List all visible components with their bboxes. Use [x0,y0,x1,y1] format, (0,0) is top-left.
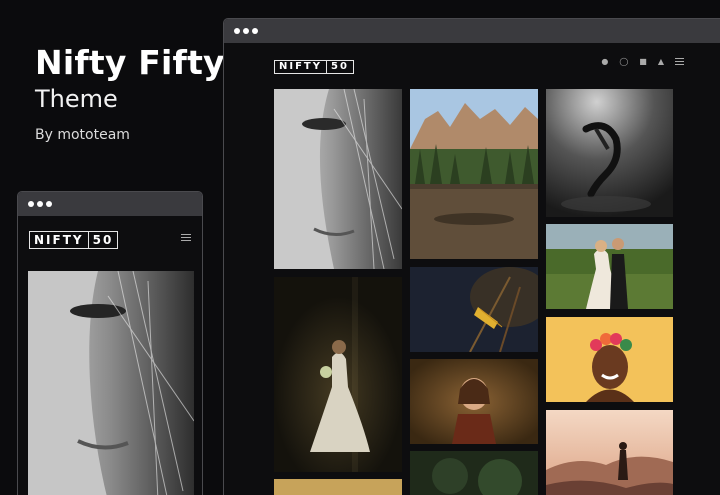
window-titlebar [18,192,202,216]
photo-bottom-warm[interactable] [274,479,402,495]
instagram-icon[interactable]: ◯ [619,57,628,66]
photo-sunset-hiker[interactable] [546,410,673,495]
window-dot-icon [252,28,258,34]
mobile-photo-freckled-woman[interactable] [28,271,194,495]
photo-little-girl[interactable] [410,359,538,444]
mobile-logo[interactable]: NIFTY 50 [29,231,119,249]
menu-icon[interactable] [181,234,191,241]
hero-subtitle: Theme [35,85,118,113]
hero: Nifty Fifty Theme By mototeam [35,43,225,144]
window-dot-icon [37,201,43,207]
photo-grasshopper[interactable] [410,267,538,352]
photo-bride-window[interactable] [274,277,402,472]
photo-mountain-lake[interactable] [410,89,538,259]
photo-underwater-dancer[interactable] [546,89,673,217]
window-titlebar [224,19,720,43]
window-dot-icon [234,28,240,34]
photo-freckled-woman[interactable] [274,89,402,269]
window-dot-icon [28,201,34,207]
mobile-window: NIFTY 50 [17,191,203,495]
social-icons: ● ◯ ■ ▲ [601,57,684,66]
logo-number: 50 [325,60,349,73]
photo-wedding-couple[interactable] [546,224,673,309]
menu-icon[interactable] [675,58,684,65]
logo-text: NIFTY [34,233,84,247]
site-header: NIFTY 50 ● ◯ ■ ▲ [274,54,720,74]
window-dot-icon [243,28,249,34]
logo-number: 50 [87,232,114,248]
site-logo[interactable]: NIFTY 50 [274,59,354,74]
desktop-window: NIFTY 50 ● ◯ ■ ▲ [223,18,720,495]
logo-text: NIFTY [279,61,322,72]
window-dot-icon [46,201,52,207]
flickr-icon[interactable]: ■ [639,57,647,66]
snapchat-icon[interactable]: ▲ [658,57,664,66]
hero-title: Nifty Fifty [35,43,225,82]
mobile-header: NIFTY 50 [29,229,191,249]
hero-byline: By mototeam [35,127,130,143]
twitter-icon[interactable]: ● [601,57,608,66]
photo-forest[interactable] [410,451,538,495]
photo-flower-crown[interactable] [546,317,673,402]
